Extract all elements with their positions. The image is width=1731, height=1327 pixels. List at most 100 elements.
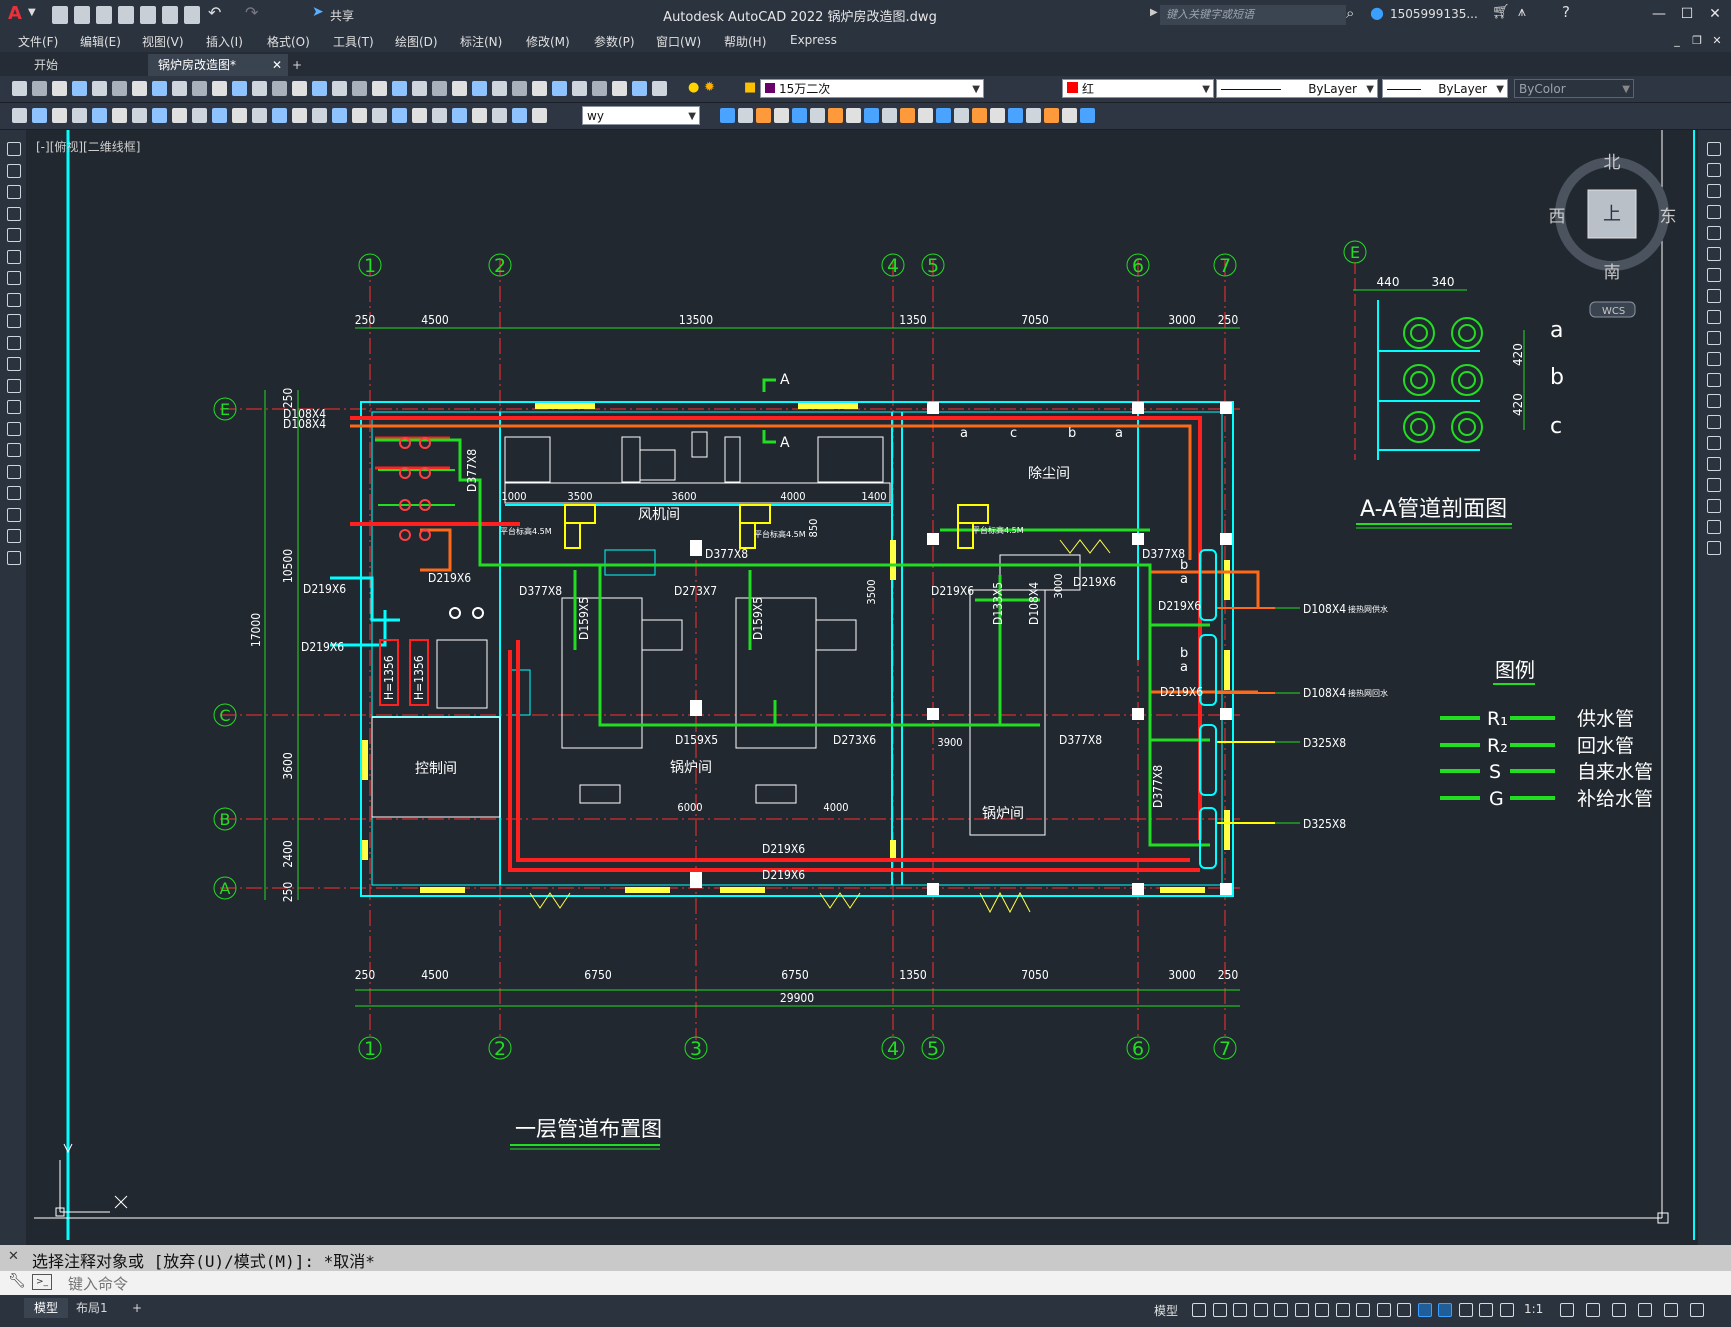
linetype-dropdown[interactable]: ByLayer ▼ <box>1216 79 1378 98</box>
standard-tool-10-icon[interactable] <box>192 81 207 96</box>
menu-dimension[interactable]: 标注(N) <box>460 33 502 50</box>
dimension-tool-10-icon[interactable] <box>192 108 207 123</box>
menu-view[interactable]: 视图(V) <box>142 33 184 50</box>
modify-tool-8-icon[interactable] <box>846 108 861 123</box>
modify-tool-17-icon[interactable] <box>1008 108 1023 123</box>
standard-tool-24-icon[interactable] <box>472 81 487 96</box>
dimension-tool-18-icon[interactable] <box>352 108 367 123</box>
status-toggle-10-icon[interactable] <box>1376 1303 1391 1317</box>
open-file-icon[interactable] <box>74 6 90 24</box>
status-toggle-7-icon[interactable] <box>1315 1303 1329 1317</box>
share-icon[interactable]: ➤ <box>312 4 324 20</box>
tab-start[interactable]: 开始 <box>24 54 154 76</box>
plotstyle-dropdown[interactable]: ByColor ▼ <box>1514 79 1634 98</box>
standard-tool-31-icon[interactable] <box>612 81 627 96</box>
standard-tool-29-icon[interactable] <box>572 81 587 96</box>
modify-side-tool-6-icon[interactable] <box>1707 247 1721 261</box>
color-dropdown[interactable]: 红 ▼ <box>1062 79 1214 98</box>
modify-side-tool-20-icon[interactable] <box>1707 541 1721 555</box>
standard-tool-32-icon[interactable] <box>632 81 647 96</box>
dimension-tool-26-icon[interactable] <box>512 108 527 123</box>
dimension-tool-13-icon[interactable] <box>252 108 267 123</box>
standard-tool-5-icon[interactable] <box>92 81 107 96</box>
menu-insert[interactable]: 插入(I) <box>206 33 243 50</box>
standard-tool-8-icon[interactable] <box>152 81 167 96</box>
draw-tool-6-icon[interactable] <box>7 249 21 264</box>
menu-draw[interactable]: 绘图(D) <box>395 33 438 50</box>
draw-tool-13-icon[interactable] <box>7 400 21 414</box>
modify-side-tool-3-icon[interactable] <box>1707 184 1721 198</box>
menu-edit[interactable]: 编辑(E) <box>80 33 121 50</box>
modify-tool-10-icon[interactable] <box>882 108 897 123</box>
annotation-scale[interactable]: 1:1 <box>1524 1302 1543 1316</box>
dimension-tool-4-icon[interactable] <box>72 108 87 123</box>
app-menu-chevron-icon[interactable]: ▼ <box>28 7 36 18</box>
menu-modify[interactable]: 修改(M) <box>526 33 570 50</box>
modify-side-tool-7-icon[interactable] <box>1707 268 1721 282</box>
dimension-tool-2-icon[interactable] <box>32 108 47 123</box>
modify-side-tool-8-icon[interactable] <box>1707 289 1721 303</box>
status-toggle-22-icon[interactable] <box>1690 1303 1704 1317</box>
draw-tool-10-icon[interactable] <box>7 335 21 350</box>
standard-tool-4-icon[interactable] <box>72 81 87 96</box>
search-input[interactable]: 键入关键字或短语 <box>1160 5 1346 25</box>
standard-tool-13-icon[interactable] <box>252 81 267 96</box>
save-as-icon[interactable] <box>118 6 134 24</box>
draw-tool-16-icon[interactable] <box>7 464 21 479</box>
cart-icon[interactable]: 🛒︎ <box>1492 4 1510 20</box>
draw-tool-1-icon[interactable] <box>7 142 21 156</box>
close-button[interactable]: ✕ <box>1704 4 1726 24</box>
status-toggle-4-icon[interactable] <box>1253 1303 1268 1317</box>
draw-tool-8-icon[interactable] <box>7 292 21 307</box>
dimension-tool-11-icon[interactable] <box>212 108 227 123</box>
tab-active-drawing[interactable]: 锅炉房改造图* ✕ <box>148 54 288 76</box>
standard-tool-17-icon[interactable] <box>332 81 347 96</box>
dimension-tool-20-icon[interactable] <box>392 108 407 123</box>
menu-format[interactable]: 格式(O) <box>267 33 310 50</box>
draw-tool-12-icon[interactable] <box>7 378 21 393</box>
draw-tool-14-icon[interactable] <box>7 421 21 436</box>
layer-dropdown[interactable]: 15万二次 ▼ <box>760 79 984 98</box>
lineweight-dropdown[interactable]: ByLayer ▼ <box>1382 79 1508 98</box>
modify-side-tool-11-icon[interactable] <box>1707 352 1721 366</box>
viewcube-top-face[interactable]: 上 <box>1603 204 1621 225</box>
tab-model[interactable]: 模型 <box>24 1298 69 1318</box>
modify-tool-20-icon[interactable] <box>1062 108 1077 123</box>
redo-icon[interactable]: ↷ <box>245 3 258 22</box>
wrench-icon[interactable]: 🔧︎ <box>8 1273 26 1289</box>
autodesk-app-icon[interactable]: ⩚ <box>1518 4 1526 20</box>
standard-tool-23-icon[interactable] <box>452 81 467 96</box>
standard-tool-20-icon[interactable] <box>392 81 407 96</box>
save-icon[interactable] <box>96 6 112 24</box>
modify-side-tool-2-icon[interactable] <box>1707 163 1721 177</box>
minimize-button[interactable]: — <box>1648 4 1670 24</box>
modify-tool-21-icon[interactable] <box>1080 108 1095 123</box>
dimension-tool-24-icon[interactable] <box>472 108 487 123</box>
modify-side-tool-5-icon[interactable] <box>1707 226 1721 240</box>
dimension-tool-21-icon[interactable] <box>412 108 427 123</box>
standard-tool-25-icon[interactable] <box>492 81 507 96</box>
modify-tool-5-icon[interactable] <box>792 108 807 123</box>
modify-tool-1-icon[interactable] <box>720 108 735 123</box>
menu-file[interactable]: 文件(F) <box>18 33 58 50</box>
dimension-tool-9-icon[interactable] <box>172 108 187 123</box>
tab-close-icon[interactable]: ✕ <box>272 54 282 76</box>
modify-side-tool-16-icon[interactable] <box>1707 457 1721 471</box>
standard-tool-1-icon[interactable] <box>12 81 27 96</box>
dimension-tool-15-icon[interactable] <box>292 108 307 123</box>
standard-tool-27-icon[interactable] <box>532 81 547 96</box>
user-icon[interactable]: ● <box>1370 3 1384 22</box>
status-toggle-11-icon[interactable] <box>1397 1303 1411 1317</box>
modify-tool-19-icon[interactable] <box>1044 108 1059 123</box>
status-toggle-20-icon[interactable] <box>1638 1303 1652 1317</box>
search-expand-icon[interactable]: ▶ <box>1150 7 1158 18</box>
doc-restore-button[interactable]: ❐ <box>1686 31 1708 51</box>
modify-side-tool-12-icon[interactable] <box>1707 373 1721 387</box>
dimension-tool-17-icon[interactable] <box>332 108 347 123</box>
doc-minimize-button[interactable]: _ <box>1666 31 1688 51</box>
status-toggle-14-icon[interactable] <box>1458 1303 1473 1317</box>
drawing-canvas[interactable]: 1 2 4 5 6 7 1 2 3 4 5 6 7 E C B A 250 45… <box>26 130 1698 1248</box>
standard-tool-33-icon[interactable] <box>652 81 667 96</box>
modify-tool-6-icon[interactable] <box>810 108 825 123</box>
status-toggle-17-icon[interactable] <box>1560 1303 1574 1317</box>
